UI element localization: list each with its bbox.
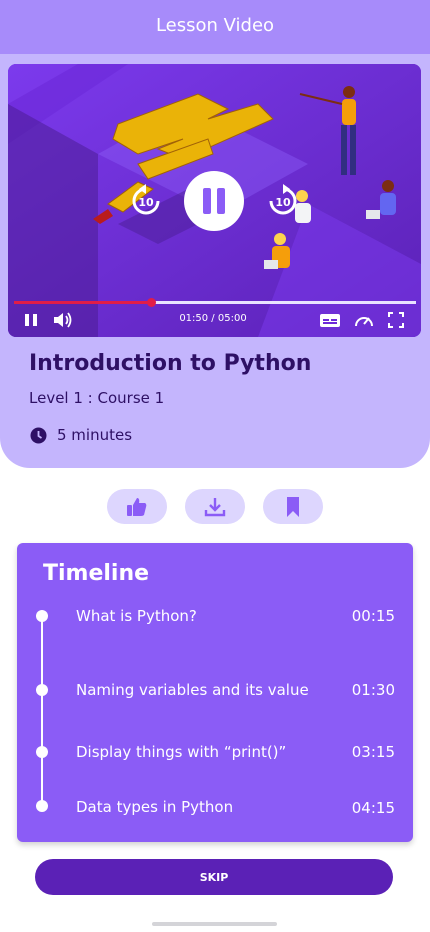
lesson-duration: 5 minutes (57, 426, 133, 444)
clock-icon (30, 427, 47, 444)
timeline-dot (36, 800, 48, 812)
forward-10-icon[interactable]: 10 (265, 183, 301, 219)
download-icon (204, 497, 226, 516)
skip-button[interactable]: SKIP (35, 859, 393, 895)
like-button[interactable] (107, 489, 167, 524)
lesson-title: Introduction to Python (29, 351, 312, 376)
rewind-10-icon[interactable]: 10 (128, 183, 164, 219)
lesson-level: Level 1 : Course 1 (29, 389, 165, 407)
captions-icon[interactable] (319, 311, 341, 329)
timeline-item-label[interactable]: Display things with “print()” (76, 743, 286, 761)
download-button[interactable] (185, 489, 245, 524)
timeline-connector (41, 616, 43, 806)
timeline-card: Timeline What is Python? 00:15 Naming va… (17, 543, 413, 842)
timeline-dot (36, 684, 48, 696)
bookmark-icon (287, 496, 299, 517)
video-progress-bar[interactable] (14, 298, 416, 307)
home-indicator (152, 922, 277, 926)
timeline-dot (36, 746, 48, 758)
thumbs-up-icon (127, 497, 147, 516)
timeline-item-label[interactable]: Naming variables and its value (76, 681, 309, 699)
playback-speed-icon[interactable] (353, 311, 375, 329)
volume-icon[interactable] (52, 311, 74, 329)
timeline-item-label[interactable]: What is Python? (76, 607, 197, 625)
progress-handle[interactable] (146, 298, 156, 307)
time-display: 01:50 / 05:00 (179, 313, 247, 324)
progress-fill (14, 301, 151, 304)
pause-icon[interactable] (22, 311, 40, 329)
app-header: Lesson Video (0, 0, 430, 54)
fullscreen-icon[interactable] (387, 311, 405, 329)
timeline-item-label[interactable]: Data types in Python (76, 798, 233, 816)
timeline-item-time[interactable]: 00:15 (352, 607, 395, 625)
video-player[interactable]: 10 10 01:50 / 05:00 (8, 64, 421, 337)
timeline-item-time[interactable]: 04:15 (352, 799, 395, 817)
rewind-seconds: 10 (138, 196, 154, 209)
forward-seconds: 10 (275, 196, 291, 209)
timeline-item-time[interactable]: 01:30 (352, 681, 395, 699)
timeline-dot (36, 610, 48, 622)
pause-icon (203, 188, 225, 214)
play-pause-button[interactable] (184, 171, 244, 231)
page-title: Lesson Video (155, 15, 275, 36)
timeline-title: Timeline (43, 561, 150, 586)
bookmark-button[interactable] (263, 489, 323, 524)
timeline-item-time[interactable]: 03:15 (352, 743, 395, 761)
